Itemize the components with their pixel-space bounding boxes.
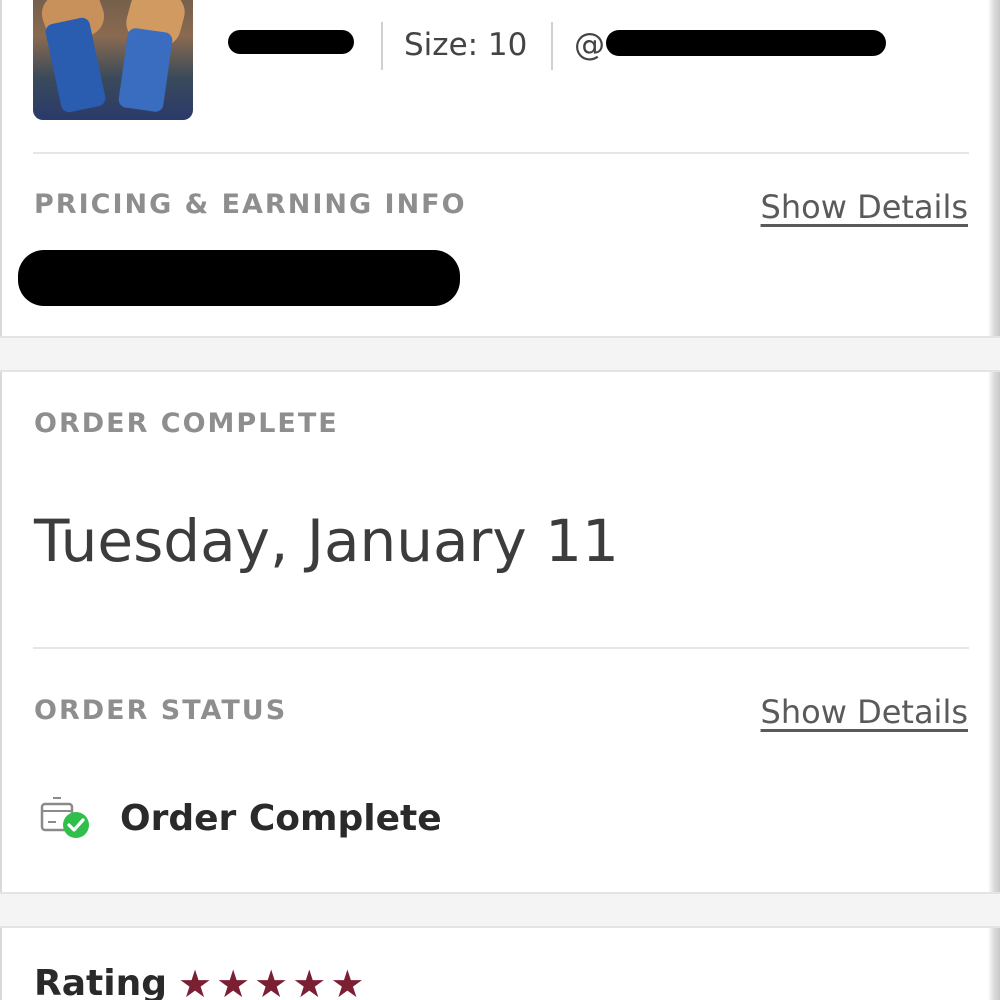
star-icon: ★ (292, 962, 327, 1000)
package-check-icon (40, 796, 92, 840)
star-icon: ★ (254, 962, 289, 1000)
thumbnail-shape (117, 27, 174, 113)
order-status-text: Order Complete (120, 798, 442, 839)
pricing-show-details-link[interactable]: Show Details (761, 187, 968, 227)
star-icon: ★ (330, 962, 365, 1000)
star-icon: ★ (178, 962, 213, 1000)
divider (33, 152, 969, 154)
order-status-show-details-link[interactable]: Show Details (761, 692, 968, 732)
redacted-brand (228, 30, 354, 54)
rating-label: Rating (34, 963, 167, 1000)
left-edge (0, 0, 2, 1000)
rating-stars: ★ ★ ★ ★ ★ (178, 962, 364, 1000)
redacted-pricing-info (18, 250, 460, 306)
redacted-seller-handle (606, 30, 886, 56)
scrollbar[interactable] (988, 0, 1000, 1000)
item-thumbnail[interactable] (33, 0, 193, 120)
pricing-section-label: PRICING & EARNING INFO (34, 189, 467, 220)
section-gap (0, 892, 1000, 928)
meta-separator (551, 22, 553, 70)
section-gap (0, 336, 1000, 372)
order-complete-date: Tuesday, January 11 (34, 507, 619, 575)
star-icon: ★ (216, 962, 251, 1000)
divider (33, 647, 969, 649)
order-complete-label: ORDER COMPLETE (34, 408, 339, 439)
order-details-screen: Size: 10 @ PRICING & EARNING INFO Show D… (0, 0, 1000, 1000)
item-size: Size: 10 (404, 27, 528, 63)
seller-handle-prefix: @ (574, 27, 605, 63)
meta-separator (381, 22, 383, 70)
order-status-label: ORDER STATUS (34, 695, 288, 726)
